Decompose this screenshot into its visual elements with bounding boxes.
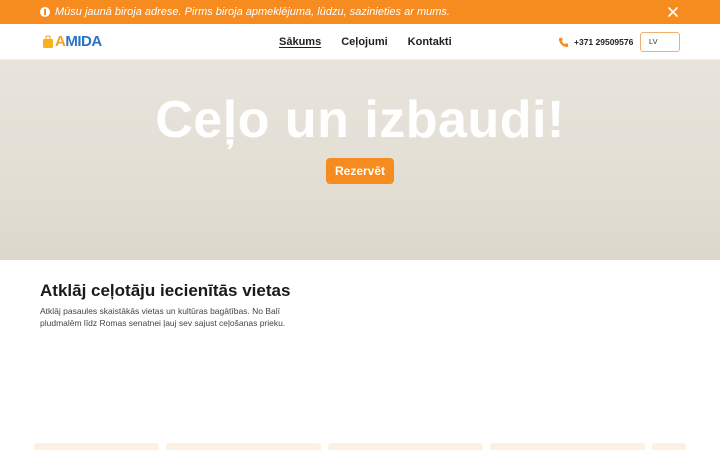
logo[interactable]: AMIDA — [42, 33, 102, 51]
section-title: Atklāj ceļotāju iecienītās vietas — [40, 281, 291, 300]
nav-link-celojumi[interactable]: Ceļojumi — [341, 35, 387, 49]
announcement-bar: Mūsu jaunā biroja adrese. Pirms biroja a… — [0, 0, 720, 24]
nav-link-sakums[interactable]: Sākums — [279, 35, 321, 49]
book-button[interactable]: Rezervēt — [326, 158, 394, 184]
site-header: AMIDA Sākums Ceļojumi Kontakti +371 2950… — [0, 24, 720, 60]
hero-title: Ceļo un izbaudi! — [155, 91, 565, 149]
suitcase-icon — [43, 35, 53, 48]
hero-banner: Ceļo un izbaudi! Rezervēt — [0, 60, 720, 260]
phone-contact[interactable]: +371 29509576 — [558, 36, 633, 48]
destination-card[interactable] — [652, 443, 686, 450]
close-icon[interactable] — [666, 5, 680, 19]
language-select[interactable]: LV — [640, 32, 680, 52]
announcement-message: Mūsu jaunā biroja adrese. Pirms biroja a… — [55, 6, 450, 18]
destination-card[interactable] — [328, 443, 483, 450]
nav-link-kontakti[interactable]: Kontakti — [408, 35, 452, 49]
destination-cards — [0, 443, 720, 450]
section-description: Atklāj pasaules skaistākās vietas un kul… — [40, 306, 286, 328]
destination-card[interactable] — [166, 443, 321, 450]
destination-card[interactable] — [34, 443, 159, 450]
info-icon — [40, 7, 50, 17]
phone-number: +371 29509576 — [574, 37, 634, 47]
phone-icon — [558, 37, 569, 47]
main-nav: Sākums Ceļojumi Kontakti — [279, 35, 452, 49]
destination-card[interactable] — [490, 443, 645, 450]
logo-text: AMIDA — [55, 33, 102, 50]
